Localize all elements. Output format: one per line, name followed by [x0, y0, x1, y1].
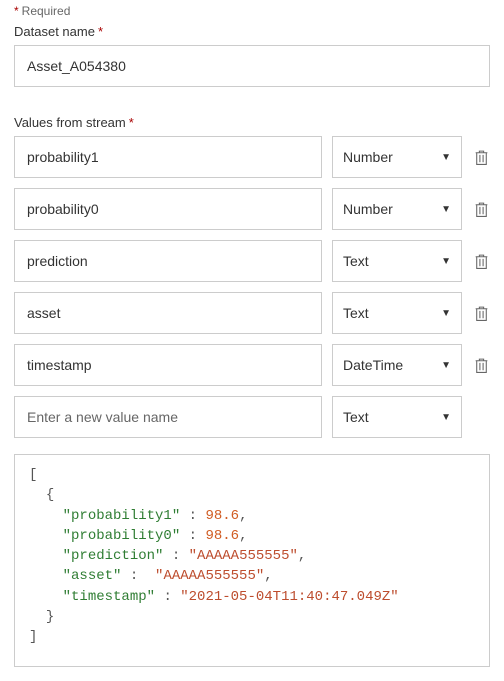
- dataset-name-label: Dataset name*: [14, 24, 490, 39]
- values-from-stream-label-text: Values from stream: [14, 115, 126, 130]
- delete-row-button[interactable]: [472, 304, 490, 322]
- required-star-icon: *: [14, 4, 19, 18]
- values-from-stream-label: Values from stream*: [14, 115, 490, 130]
- delete-row-button[interactable]: [472, 148, 490, 166]
- trash-icon: [474, 305, 489, 322]
- chevron-down-icon: ▼: [441, 360, 451, 371]
- required-star-icon: *: [98, 24, 103, 39]
- json-preview: [ { "probability1" : 98.6, "probability0…: [14, 454, 490, 667]
- json-key: "probability0": [63, 528, 181, 544]
- stream-type-value: Text: [343, 253, 369, 269]
- stream-type-value: Text: [343, 305, 369, 321]
- json-value: "2021-05-04T11:40:47.049Z": [180, 589, 398, 605]
- trash-icon: [474, 357, 489, 374]
- stream-type-select[interactable]: Number ▼: [332, 188, 462, 230]
- stream-row-new: Text ▼: [14, 396, 490, 438]
- chevron-down-icon: ▼: [441, 308, 451, 319]
- stream-name-input[interactable]: [14, 292, 322, 334]
- stream-type-value: DateTime: [343, 357, 403, 373]
- stream-name-input-new[interactable]: [14, 396, 322, 438]
- stream-row: DateTime ▼: [14, 344, 490, 386]
- chevron-down-icon: ▼: [441, 256, 451, 267]
- stream-row: Text ▼: [14, 292, 490, 334]
- required-note: *Required: [14, 4, 490, 18]
- chevron-down-icon: ▼: [441, 152, 451, 163]
- json-key: "timestamp": [63, 589, 155, 605]
- trash-icon: [474, 201, 489, 218]
- delete-row-button[interactable]: [472, 252, 490, 270]
- stream-rows: Number ▼ Number ▼ Text ▼: [14, 136, 490, 438]
- stream-type-select[interactable]: Text ▼: [332, 396, 462, 438]
- json-value: "AAAAA555555": [189, 548, 298, 564]
- json-value: 98.6: [205, 508, 239, 524]
- trash-icon: [474, 149, 489, 166]
- json-key: "probability1": [63, 508, 181, 524]
- stream-name-input[interactable]: [14, 136, 322, 178]
- stream-type-select[interactable]: Text ▼: [332, 292, 462, 334]
- stream-type-select[interactable]: DateTime ▼: [332, 344, 462, 386]
- required-star-icon: *: [129, 115, 134, 130]
- json-key: "asset": [63, 568, 122, 584]
- stream-row: Text ▼: [14, 240, 490, 282]
- delete-row-button[interactable]: [472, 356, 490, 374]
- dataset-name-label-text: Dataset name: [14, 24, 95, 39]
- stream-name-input[interactable]: [14, 344, 322, 386]
- trash-icon: [474, 253, 489, 270]
- stream-row: Number ▼: [14, 136, 490, 178]
- stream-name-input[interactable]: [14, 240, 322, 282]
- json-key: "prediction": [63, 548, 164, 564]
- stream-type-value: Number: [343, 149, 393, 165]
- json-value: "AAAAA555555": [155, 568, 264, 584]
- stream-row: Number ▼: [14, 188, 490, 230]
- chevron-down-icon: ▼: [441, 204, 451, 215]
- stream-type-select[interactable]: Text ▼: [332, 240, 462, 282]
- chevron-down-icon: ▼: [441, 412, 451, 423]
- dataset-name-input[interactable]: [14, 45, 490, 87]
- json-value: 98.6: [205, 528, 239, 544]
- stream-type-value: Text: [343, 409, 369, 425]
- required-note-text: Required: [22, 4, 71, 18]
- delete-row-button[interactable]: [472, 200, 490, 218]
- stream-type-select[interactable]: Number ▼: [332, 136, 462, 178]
- stream-name-input[interactable]: [14, 188, 322, 230]
- stream-type-value: Number: [343, 201, 393, 217]
